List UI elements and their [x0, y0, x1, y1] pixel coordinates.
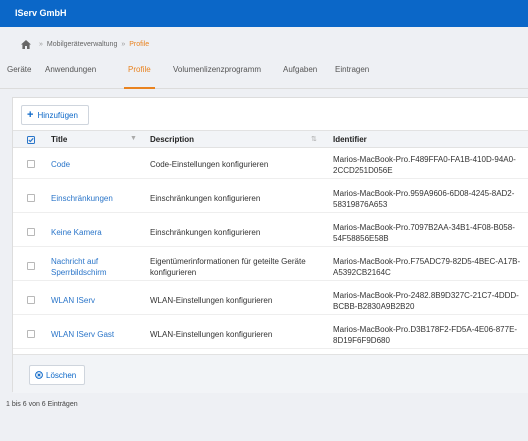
description-line: WLAN-Einstellungen konfigurieren — [150, 296, 273, 305]
description-line: Einschränkungen konfigurieren — [150, 228, 261, 237]
table-header: Title ▼ Description ⇅ Identifier — [13, 130, 528, 148]
checkbox-checked-icon[interactable] — [27, 136, 35, 144]
app-title[interactable]: IServ GmbH — [15, 8, 67, 18]
row-checkbox[interactable] — [27, 228, 35, 236]
home-icon[interactable] — [21, 39, 31, 49]
add-button[interactable]: + Hinzufügen — [21, 105, 89, 125]
identifier-line: 8D19F6F9D680 — [333, 336, 390, 345]
profile-title-link[interactable]: Code — [51, 159, 131, 170]
row-checkbox[interactable] — [27, 296, 35, 304]
identifier-line: Marios-MacBook-Pro-2482.8B9D327C-21C7-4D… — [333, 291, 519, 300]
remove-circle-icon — [35, 371, 43, 379]
identifier-line: 54F58856E58B — [333, 234, 389, 243]
title-line: WLAN IServ — [51, 296, 96, 305]
identifier-line: 2CCD251D056E — [333, 166, 393, 175]
table-footer: Löschen — [13, 354, 528, 393]
profile-identifier: Marios-MacBook-Pro.F489FFA0-FA1B-410D-94… — [333, 154, 528, 176]
profile-description: WLAN-Einstellungen konfigurieren — [150, 329, 320, 340]
sort-icon[interactable]: ⇅ — [311, 135, 317, 143]
breadcrumb: » Mobilgeräteverwaltung » Profile — [21, 38, 149, 50]
profile-description: Code-Einstellungen konfigurieren — [150, 159, 320, 170]
title-line: Einschränkungen — [51, 194, 113, 203]
identifier-line: Marios-MacBook-Pro.7097B2AA-34B1-4F08-B0… — [333, 223, 515, 232]
identifier-line: Marios-MacBook-Pro.959A9606-6D08-4245-8A… — [333, 189, 515, 198]
title-line: Keine Kamera — [51, 228, 102, 237]
title-line: Code — [51, 160, 71, 169]
identifier-line: 58319876A653 — [333, 200, 388, 209]
identifier-line: Marios-MacBook-Pro.F489FFA0-FA1B-410D-94… — [333, 155, 516, 164]
breadcrumb-mobile-device-management[interactable]: Mobilgeräteverwaltung — [47, 41, 117, 48]
table-row: Code Code-Einstellungen konfigurieren Ma… — [13, 149, 528, 179]
breadcrumb-profiles: Profile — [129, 40, 150, 48]
table-row: Keine Kamera Einschränkungen konfigurier… — [13, 217, 528, 247]
row-checkbox[interactable] — [27, 262, 35, 270]
profile-identifier: Marios-MacBook-Pro-2482.8B9D327C-21C7-4D… — [333, 290, 528, 312]
identifier-line: Marios-MacBook-Pro.F75ADC79-82D5-4BEC-A1… — [333, 257, 521, 266]
profile-description: WLAN-Einstellungen konfigurieren — [150, 295, 320, 306]
title-line: Nachricht auf — [51, 257, 99, 266]
identifier-line: Marios-MacBook-Pro.D3B178F2-FD5A-4E06-87… — [333, 325, 518, 334]
tab-enroll[interactable]: Eintragen — [335, 65, 369, 89]
profile-identifier: Marios-MacBook-Pro.D3B178F2-FD5A-4E06-87… — [333, 324, 528, 346]
identifier-line: BCBB-B2830A9B2B20 — [333, 302, 415, 311]
identifier-line: A5392CB2164C — [333, 268, 391, 277]
column-header-description[interactable]: Description — [150, 135, 194, 144]
profile-title-link[interactable]: Keine Kamera — [51, 227, 131, 238]
profile-title-link[interactable]: Einschränkungen — [51, 193, 131, 204]
column-header-title[interactable]: Title — [51, 135, 67, 144]
profile-title-link[interactable]: WLAN IServ Gast — [51, 329, 131, 340]
description-line: konfigurieren — [150, 268, 197, 277]
tab-devices[interactable]: Geräte — [7, 65, 31, 89]
table-row: WLAN IServ WLAN-Einstellungen konfigurie… — [13, 285, 528, 315]
breadcrumb-separator: » — [121, 40, 126, 48]
delete-button-label: Löschen — [46, 370, 77, 380]
tab-profiles[interactable]: Profile — [124, 65, 155, 89]
description-line: WLAN-Einstellungen konfigurieren — [150, 330, 273, 339]
title-line: WLAN IServ Gast — [51, 330, 115, 339]
description-line: Einschränkungen konfigurieren — [150, 194, 261, 203]
column-header-identifier[interactable]: Identifier — [333, 135, 367, 144]
row-checkbox[interactable] — [27, 160, 35, 168]
tab-bar: Geräte Anwendungen Profile Volumenlizenz… — [0, 58, 528, 89]
table-row: Nachricht auf Sperrbildschirm Eigentümeri… — [13, 251, 528, 281]
description-line: Code-Einstellungen konfigurieren — [150, 160, 269, 169]
description-line: Eigentümerinformationen für geteilte Ger… — [150, 257, 306, 266]
profiles-panel: + Hinzufügen Title ▼ Description ⇅ Ident… — [12, 97, 528, 393]
tab-volume-licensing[interactable]: Volumenlizenzprogramm — [173, 65, 261, 89]
profile-identifier: Marios-MacBook-Pro.F75ADC79-82D5-4BEC-A1… — [333, 256, 528, 278]
profile-identifier: Marios-MacBook-Pro.7097B2AA-34B1-4F08-B0… — [333, 222, 528, 244]
entries-count: 1 bis 6 von 6 Einträgen — [6, 401, 78, 408]
add-button-label: Hinzufügen — [37, 110, 78, 120]
profile-description: Eigentümerinformationen für geteilte Ger… — [150, 256, 320, 278]
top-bar: IServ GmbH — [0, 0, 528, 27]
title-line: Sperrbildschirm — [51, 268, 107, 277]
row-checkbox[interactable] — [27, 330, 35, 338]
profile-title-link[interactable]: WLAN IServ — [51, 295, 131, 306]
breadcrumb-separator: » — [39, 40, 43, 48]
delete-button[interactable]: Löschen — [29, 365, 85, 385]
tab-tasks[interactable]: Aufgaben — [283, 65, 317, 89]
plus-icon: + — [27, 108, 34, 121]
profile-description: Einschränkungen konfigurieren — [150, 193, 320, 204]
row-checkbox[interactable] — [27, 194, 35, 202]
profile-description: Einschränkungen konfigurieren — [150, 227, 320, 238]
profile-identifier: Marios-MacBook-Pro.959A9606-6D08-4245-8A… — [333, 188, 528, 210]
table-row: Einschränkungen Einschränkungen konfigur… — [13, 183, 528, 213]
sort-icon[interactable]: ▼ — [130, 135, 137, 142]
profile-title-link[interactable]: Nachricht auf Sperrbildschirm — [51, 256, 131, 278]
table-row: WLAN IServ Gast WLAN-Einstellungen konfi… — [13, 319, 528, 349]
tab-applications[interactable]: Anwendungen — [45, 65, 96, 89]
